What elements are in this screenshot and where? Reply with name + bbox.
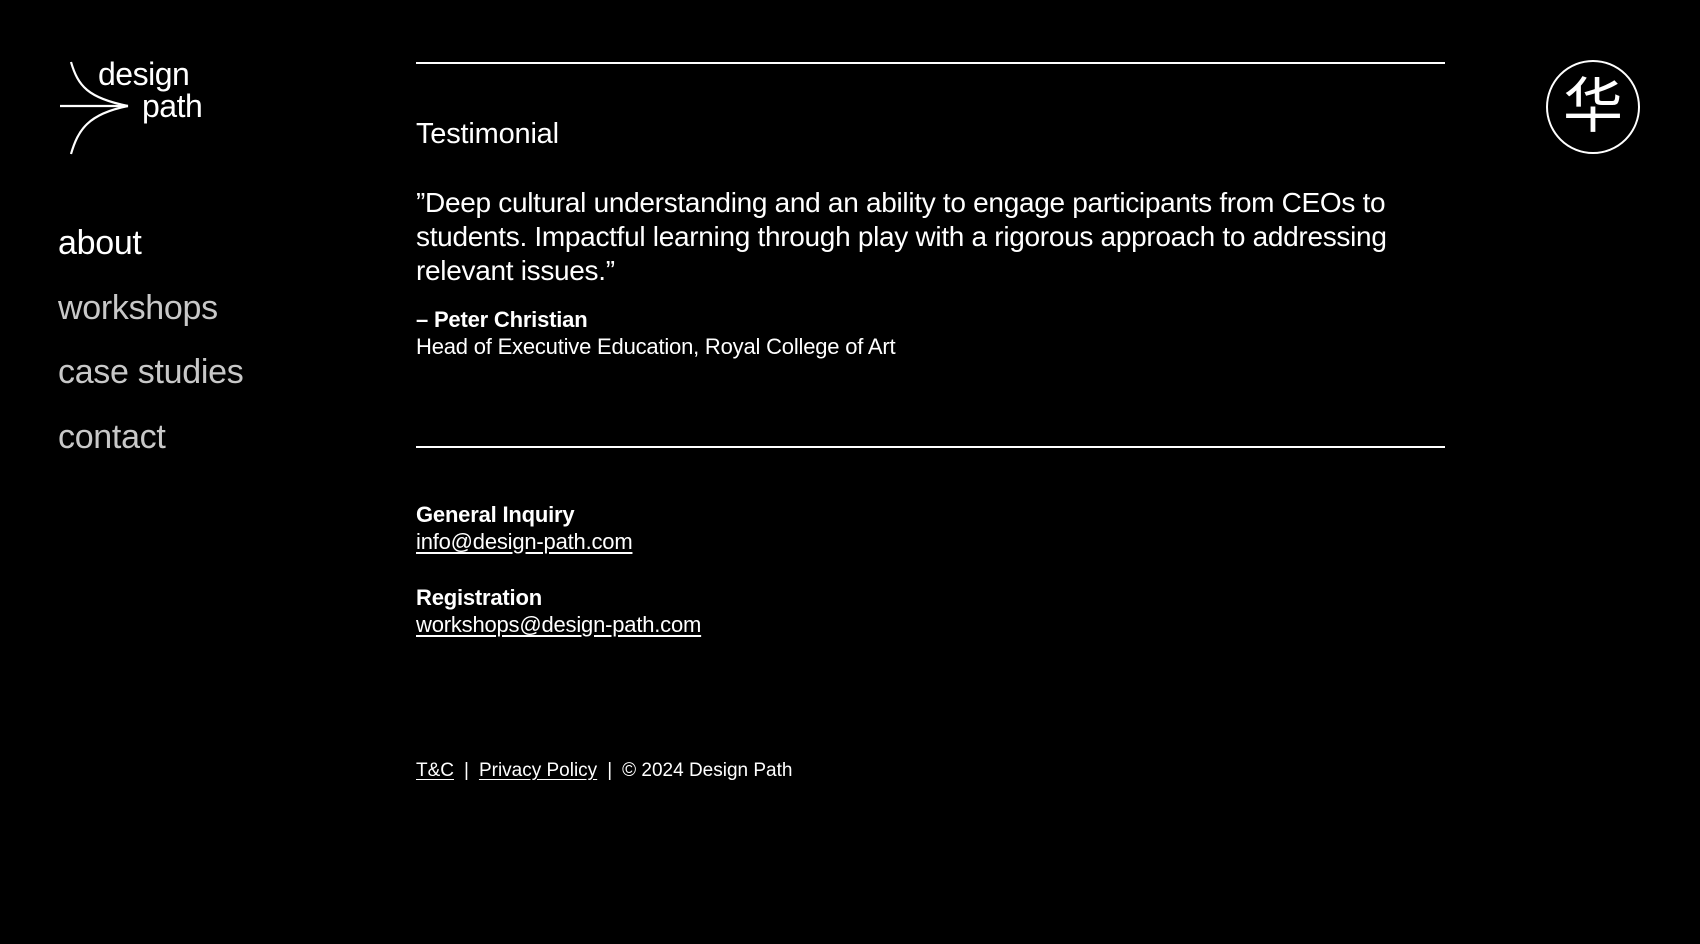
logo-word-design: design (98, 56, 190, 92)
registration-block: Registration workshops@design-path.com (416, 585, 701, 639)
footer-separator: | (464, 760, 469, 781)
general-inquiry-block: General Inquiry info@design-path.com (416, 502, 633, 556)
terms-link[interactable]: T&C (416, 759, 454, 783)
testimonial-quote: ”Deep cultural understanding and an abil… (416, 187, 1387, 286)
privacy-policy-link[interactable]: Privacy Policy (479, 759, 597, 783)
nav-item-contact[interactable]: contact (58, 420, 243, 485)
nav-item-workshops[interactable]: workshops (58, 291, 243, 356)
main-nav: about workshops case studies contact (58, 226, 244, 485)
chinese-character-icon: 华 (1563, 72, 1623, 142)
testimonial-heading: Testimonial (416, 118, 559, 150)
general-inquiry-label: General Inquiry (416, 502, 575, 527)
logo[interactable]: design path (58, 58, 218, 158)
copyright-text: © 2024 Design Path (622, 760, 793, 781)
middle-divider (416, 446, 1445, 448)
footer: T&C | Privacy Policy | © 2024 Design Pat… (416, 759, 792, 783)
footer-separator: | (607, 760, 613, 781)
nav-item-about[interactable]: about (58, 226, 243, 291)
language-toggle-badge[interactable]: 华 (1546, 60, 1640, 154)
top-divider (416, 62, 1445, 64)
general-inquiry-email-link[interactable]: info@design-path.com (416, 528, 633, 556)
registration-label: Registration (416, 585, 542, 610)
logo-word-path: path (142, 88, 203, 124)
nav-item-case-studies[interactable]: case studies (58, 355, 244, 420)
testimonial-author-role: Head of Executive Education, Royal Colle… (416, 334, 896, 359)
testimonial-author: – Peter Christian (416, 307, 588, 332)
registration-email-link[interactable]: workshops@design-path.com (416, 611, 701, 639)
